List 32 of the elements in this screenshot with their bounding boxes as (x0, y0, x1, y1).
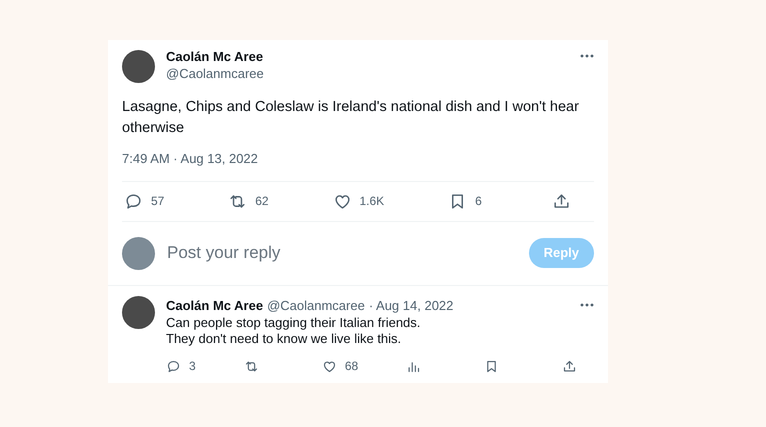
author-handle: @Caolanmcaree (166, 65, 265, 82)
tweet-timestamp: 7:49 AM · Aug 13, 2022 (122, 150, 259, 168)
bookmark-action[interactable]: 6 (448, 192, 488, 210)
share-icon (562, 358, 577, 374)
speech-bubble-icon (124, 192, 143, 210)
action-count: 57 (151, 193, 164, 210)
reply-text-line: They don't need to know we live like this. (166, 331, 402, 347)
author-name: Caolán Mc Aree (166, 48, 264, 65)
reply-date: · Aug 14, 2022 (368, 296, 454, 315)
like-action[interactable]: 68 (322, 357, 358, 375)
avatar-placeholder (122, 296, 155, 328)
reply-action[interactable]: 57 (124, 192, 164, 210)
share-icon (552, 192, 571, 210)
more-options-icon[interactable] (580, 54, 594, 58)
tweet-text: Lasagne, Chips and Coleslaw is Ireland's national dish and I won't hear otherwise (122, 98, 580, 138)
reply-action[interactable]: 3 (166, 357, 196, 375)
repost-arrows-icon (244, 358, 259, 374)
reply-text-line: Can people stop tagging their Italian friends. (166, 315, 422, 331)
like-action[interactable]: 1.6K (332, 192, 384, 210)
repost-action[interactable]: 62 (228, 192, 269, 210)
action-count: 62 (255, 193, 269, 210)
action-count: 3 (189, 358, 196, 375)
action-count: 6 (475, 193, 482, 210)
action-count: 68 (344, 358, 358, 375)
action-count: 1.6K (360, 193, 384, 210)
author-name: Caolán Mc Aree (166, 296, 264, 314)
speech-bubble-icon (166, 358, 181, 374)
heart-icon (322, 358, 337, 374)
author-handle: @Caolanmcaree (267, 296, 365, 314)
avatar-placeholder (122, 50, 155, 83)
more-options-icon[interactable] (580, 303, 594, 308)
avatar-placeholder (122, 236, 155, 270)
